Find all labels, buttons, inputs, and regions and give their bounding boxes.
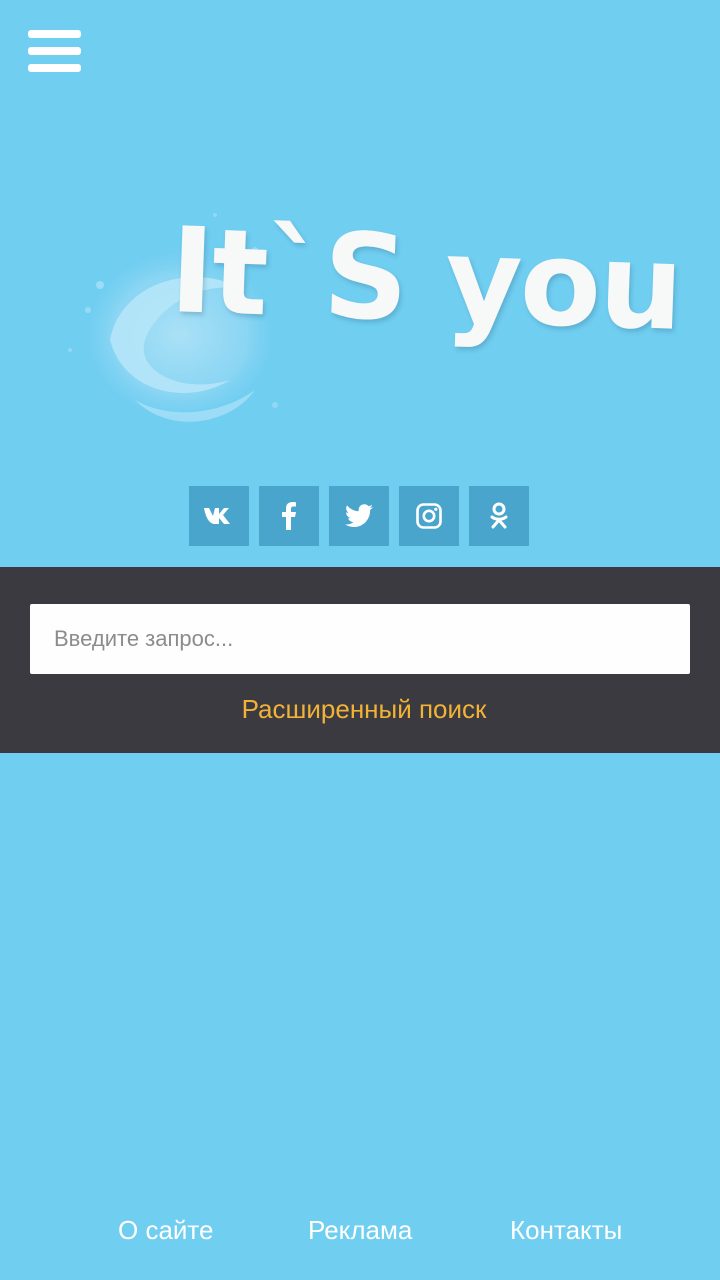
instagram-button[interactable] <box>399 486 459 546</box>
vk-button[interactable] <box>189 486 249 546</box>
instagram-icon <box>416 503 442 529</box>
site-logo[interactable]: It`S you <box>40 190 684 450</box>
facebook-icon <box>282 502 296 530</box>
advanced-search-link[interactable]: Расширенный поиск <box>0 694 720 725</box>
hamburger-menu-icon-bar <box>28 47 81 55</box>
footer-nav: О сайте Реклама Контакты <box>0 1215 720 1249</box>
search-input[interactable] <box>30 604 690 674</box>
hamburger-menu-icon-bar <box>28 64 81 72</box>
twitter-icon <box>345 504 373 527</box>
menu-button[interactable] <box>28 30 81 72</box>
odnoklassniki-icon <box>490 502 508 529</box>
social-buttons <box>189 486 529 546</box>
odnoklassniki-button[interactable] <box>469 486 529 546</box>
hamburger-menu-icon <box>28 30 81 38</box>
logo-text: It`S you <box>167 201 684 357</box>
footer-link-contacts[interactable]: Контакты <box>510 1215 622 1246</box>
footer-link-about[interactable]: О сайте <box>118 1215 214 1246</box>
facebook-button[interactable] <box>259 486 319 546</box>
vk-icon <box>204 508 230 524</box>
twitter-button[interactable] <box>329 486 389 546</box>
search-panel: Расширенный поиск <box>0 567 720 753</box>
footer-link-advertising[interactable]: Реклама <box>308 1215 412 1246</box>
